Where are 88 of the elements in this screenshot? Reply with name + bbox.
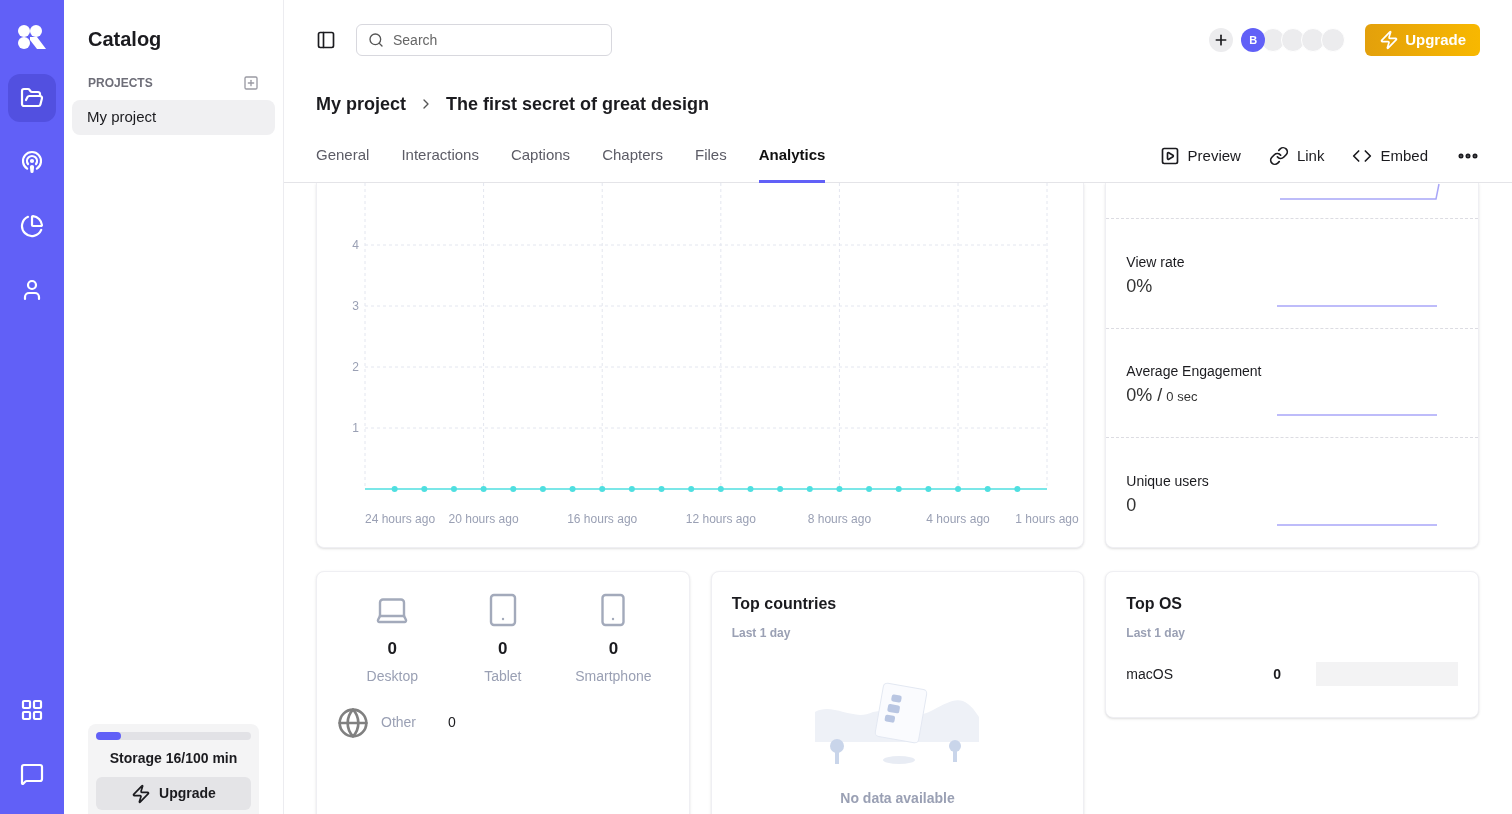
apps-icon [20,698,44,722]
card-title: Top countries [731,594,838,614]
link-button[interactable]: Link [1268,144,1325,168]
device-label: Other [381,713,417,732]
x-tick-label: 8 hours ago [807,512,872,526]
play-icon [1159,146,1180,166]
device-label: Smartphone [575,666,652,686]
chart-point [480,486,487,492]
device-count: 0 [387,638,397,660]
card-subtitle: Last 1 day [731,625,792,642]
device-count: 0 [608,638,619,660]
os-count: 0 [1273,664,1282,684]
chart-point [866,486,873,492]
tab[interactable]: Files [695,143,727,183]
storage-label: Storage 16/100 min [109,749,238,768]
tab[interactable]: General [316,143,370,183]
tab[interactable]: Chapters [602,143,663,183]
chart-point [984,486,991,492]
stat-value: 0% [1126,274,1153,298]
broadcast-icon [20,150,44,174]
sidebar-toggle-icon[interactable] [316,30,336,50]
empty-message: No data available [840,789,955,808]
device-label: Tablet [484,666,522,686]
chart-point [688,486,695,492]
chart-point [836,486,843,492]
chart-point [628,486,635,492]
chart-point [539,486,546,492]
add-member-button[interactable] [1209,28,1234,52]
preview-button[interactable]: Preview [1159,144,1241,168]
upgrade-button[interactable]: Upgrade [96,777,251,810]
chart-point [717,486,724,492]
x-tick-label: 1 hours ago [1015,512,1079,526]
section-label: PROJECTS [88,75,153,92]
y-tick-label: 4 [352,238,359,252]
stat-value: 0% / [1126,384,1163,408]
tab[interactable]: Interactions [401,143,479,183]
x-tick-label: 24 hours ago [365,512,436,526]
chart-point [450,486,457,492]
globe-icon [337,706,369,739]
x-tick-label: 20 hours ago [448,512,519,526]
breadcrumb-item[interactable]: My project [316,90,407,118]
lightning-icon [1379,30,1400,50]
embed-button[interactable]: Embed [1352,144,1428,168]
chart-point [658,486,665,492]
stat-label: View rate [1126,252,1185,272]
device-count: 0 [498,638,508,660]
chart-point [925,486,932,492]
os-name: macOS [1126,664,1174,684]
project-item[interactable]: My project [72,100,275,135]
chart-point [777,486,784,492]
breadcrumb-item: The first secret of great design [446,92,710,116]
chart-point [510,486,517,492]
y-tick-label: 2 [352,360,359,374]
card-title: Top OS [1126,594,1184,614]
card-subtitle: Last 1 day [1126,625,1187,642]
stat-label: Average Engagement [1126,362,1262,382]
chart-point [747,486,754,492]
chart-point [806,486,813,492]
link-icon [1268,146,1289,166]
x-tick-label: 16 hours ago [567,512,638,526]
x-tick-label: 4 hours ago [926,512,990,526]
chart-point [569,486,576,492]
y-tick-label: 1 [352,421,359,435]
chart-point [391,486,398,492]
y-tick-label: 3 [352,299,359,313]
stat-label: Unique users [1126,472,1209,491]
lightning-icon [131,783,152,804]
chat-icon [20,762,44,786]
tab[interactable]: Captions [510,143,571,183]
stat-secondary: 0 sec [1166,388,1198,407]
pie-chart-icon [20,214,44,238]
sidebar-title: Catalog [87,27,163,52]
stat-value: 0 [1126,494,1137,517]
chart-point [955,486,962,492]
device-count: 0 [448,713,456,732]
folder-icon [20,86,44,110]
chart-point [421,486,428,492]
rail-button[interactable] [8,74,56,122]
search-field[interactable]: Search [356,24,612,56]
logo-icon [17,24,47,50]
search-icon [368,32,384,48]
avatar[interactable]: B [1241,28,1266,52]
x-tick-label: 12 hours ago [685,512,756,526]
chart-point [895,486,902,492]
add-project-icon[interactable] [243,75,259,91]
chart-point [1014,486,1021,492]
device-label: Desktop [366,666,418,686]
chart-point [599,486,606,492]
